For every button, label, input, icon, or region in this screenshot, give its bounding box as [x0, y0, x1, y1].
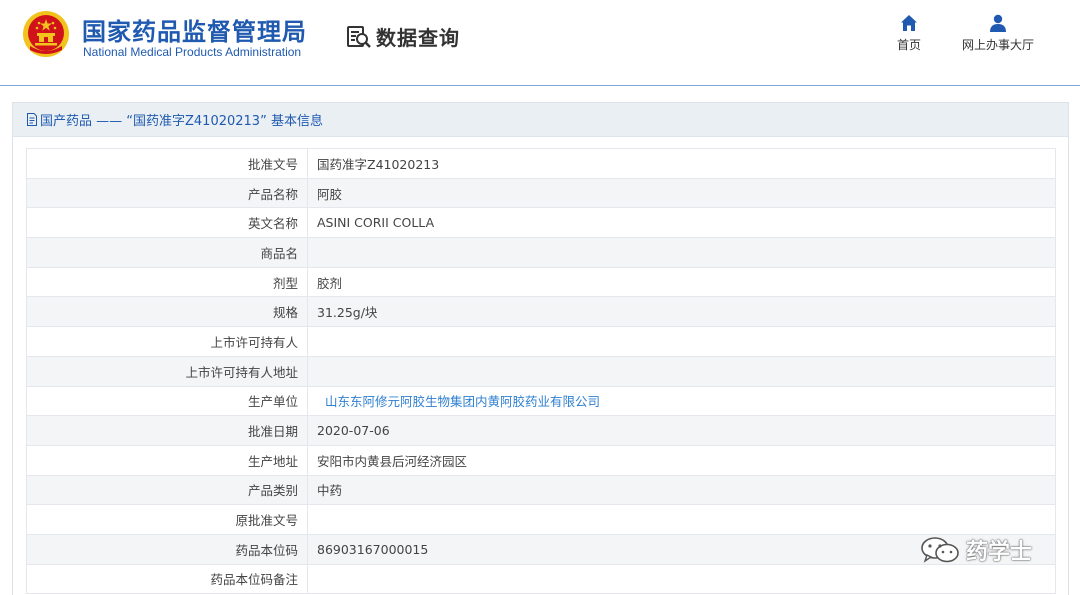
field-label: 产品名称 — [26, 177, 308, 209]
top-header: 国家药品监督管理局 National Medical Products Admi… — [0, 0, 1080, 86]
field-label: 上市许可持有人地址 — [26, 355, 308, 387]
field-label: 商品名 — [26, 237, 308, 268]
field-label: 生产地址 — [26, 444, 308, 476]
national-emblem-icon[interactable] — [22, 10, 70, 58]
table-row: 批准日期 2020-07-06 — [26, 415, 1056, 446]
field-value: 中药 — [307, 474, 1056, 506]
table-row: 规格 31.25g/块 — [26, 296, 1056, 328]
table-row: 产品类别 中药 — [26, 474, 1056, 506]
field-value: 31.25g/块 — [307, 296, 1056, 328]
detail-panel: 国产药品 —— “国药准字Z41020213” 基本信息 批准文号 国药准字Z41… — [12, 102, 1069, 595]
table-row: 原批准文号 — [26, 504, 1056, 535]
data-query-link[interactable]: 数据查询 — [346, 22, 460, 51]
table-row: 上市许可持有人地址 — [26, 355, 1056, 387]
table-row: 药品本位码备注 — [26, 563, 1056, 595]
field-value — [307, 563, 1056, 595]
field-label: 原批准文号 — [26, 504, 308, 535]
field-value: ASINI CORII COLLA — [307, 207, 1056, 239]
field-value: 安阳市内黄县后河经济园区 — [307, 444, 1056, 476]
field-label: 产品类别 — [26, 474, 308, 506]
field-value — [307, 355, 1056, 387]
field-label: 英文名称 — [26, 207, 308, 239]
field-value — [307, 237, 1056, 268]
org-name-cn[interactable]: 国家药品监督管理局 — [82, 12, 307, 47]
field-value: 胶剂 — [307, 266, 1056, 298]
wechat-icon — [921, 537, 959, 563]
home-icon — [901, 15, 917, 31]
nav-home-label: 首页 — [896, 38, 921, 52]
field-value: 国药准字Z41020213 — [307, 148, 1056, 179]
field-label: 剂型 — [26, 266, 308, 298]
field-label: 批准文号 — [26, 148, 308, 179]
data-query-label: 数据查询 — [376, 26, 460, 50]
field-label: 批准日期 — [26, 415, 308, 446]
field-value: 阿胶 — [307, 177, 1056, 209]
table-row: 产品名称 阿胶 — [26, 177, 1056, 209]
field-label: 规格 — [26, 296, 308, 328]
watermark: 药学士 — [920, 534, 1032, 566]
table-row: 英文名称 ASINI CORII COLLA — [26, 207, 1056, 239]
panel-title: 国产药品 —— “国药准字Z41020213” 基本信息 — [40, 114, 323, 129]
user-icon — [990, 14, 1006, 32]
panel-header: 国产药品 —— “国药准字Z41020213” 基本信息 — [13, 103, 1068, 137]
table-row: 商品名 — [26, 237, 1056, 268]
nav-online-service-hall[interactable]: 网上办事大厅 — [955, 14, 1041, 53]
field-value — [307, 504, 1056, 535]
field-label: 上市许可持有人 — [26, 326, 308, 357]
watermark-text: 药学士 — [966, 540, 1033, 565]
table-row: 批准文号 国药准字Z41020213 — [26, 148, 1056, 179]
drug-detail-table: 批准文号 国药准字Z41020213 产品名称 阿胶 英文名称 ASINI CORII… — [26, 148, 1056, 595]
field-label: 药品本位码备注 — [26, 563, 308, 595]
document-icon — [27, 113, 37, 126]
field-value: 2020-07-06 — [307, 415, 1056, 446]
table-row: 生产地址 安阳市内黄县后河经济园区 — [26, 444, 1056, 476]
table-row: 生产单位 山东东阿修元阿胶生物集团内黄阿胶药业有限公司 — [26, 385, 1056, 417]
table-row: 上市许可持有人 — [26, 326, 1056, 357]
org-name-en[interactable]: National Medical Products Administration — [83, 45, 301, 59]
search-document-icon — [347, 25, 371, 48]
table-row: 药品本位码 86903167000015 — [26, 533, 1056, 565]
nav-online-service-hall-label: 网上办事大厅 — [961, 38, 1034, 52]
table-row: 剂型 胶剂 — [26, 266, 1056, 298]
manufacturer-link[interactable]: 山东东阿修元阿胶生物集团内黄阿胶药业有限公司 — [307, 385, 1056, 417]
field-value — [307, 326, 1056, 357]
field-label: 药品本位码 — [26, 533, 308, 565]
nav-home[interactable]: 首页 — [892, 14, 926, 53]
field-label: 生产单位 — [26, 385, 308, 417]
